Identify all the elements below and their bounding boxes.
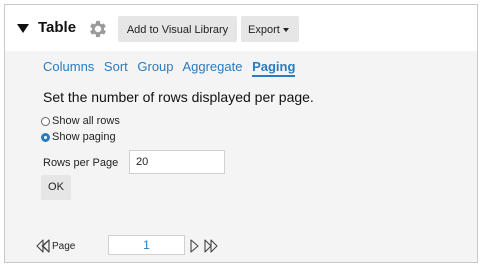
export-button[interactable]: Export bbox=[241, 16, 299, 42]
last-page-icon[interactable] bbox=[203, 239, 219, 253]
pager: Page 1 bbox=[5, 233, 477, 259]
table-header: Table Add to Visual Library Export bbox=[5, 5, 477, 51]
show-all-rows-radio[interactable] bbox=[41, 116, 50, 126]
add-to-visual-library-label: Add to Visual Library bbox=[126, 24, 229, 36]
previous-page-icon[interactable] bbox=[39, 239, 51, 253]
next-page-icon[interactable] bbox=[189, 239, 201, 253]
rows-per-page-label: Rows per Page bbox=[43, 157, 119, 169]
show-all-rows-label: Show all rows bbox=[52, 115, 120, 127]
show-paging-label: Show paging bbox=[52, 131, 116, 143]
table-widget: Table Add to Visual Library Export Colum… bbox=[4, 4, 478, 263]
caret-down-icon bbox=[282, 28, 289, 33]
show-paging-option[interactable]: Show paging bbox=[41, 131, 116, 143]
tab-paging[interactable]: Paging bbox=[252, 59, 296, 77]
show-paging-radio[interactable] bbox=[41, 132, 50, 142]
collapse-triangle-icon[interactable] bbox=[17, 24, 29, 33]
gear-icon[interactable] bbox=[87, 18, 109, 40]
rows-per-page-input[interactable]: 20 bbox=[129, 150, 225, 174]
export-label: Export bbox=[248, 24, 280, 36]
ok-button[interactable]: OK bbox=[41, 175, 71, 200]
show-all-rows-option[interactable]: Show all rows bbox=[41, 115, 120, 127]
page-label: Page bbox=[52, 241, 76, 252]
table-title: Table bbox=[38, 19, 77, 36]
rows-per-page-value: 20 bbox=[136, 156, 149, 168]
tab-sort[interactable]: Sort bbox=[104, 59, 128, 74]
paging-heading: Set the number of rows displayed per pag… bbox=[43, 89, 314, 105]
page-number-value: 1 bbox=[143, 238, 150, 252]
add-to-visual-library-button[interactable]: Add to Visual Library bbox=[118, 16, 237, 42]
page-number-input[interactable]: 1 bbox=[108, 235, 185, 255]
paging-panel: Columns Sort Group Aggregate Paging Set … bbox=[5, 51, 477, 262]
tab-group[interactable]: Group bbox=[137, 59, 173, 74]
tab-columns[interactable]: Columns bbox=[43, 59, 94, 74]
tab-bar: Columns Sort Group Aggregate Paging bbox=[43, 59, 301, 77]
tab-aggregate[interactable]: Aggregate bbox=[182, 59, 242, 74]
